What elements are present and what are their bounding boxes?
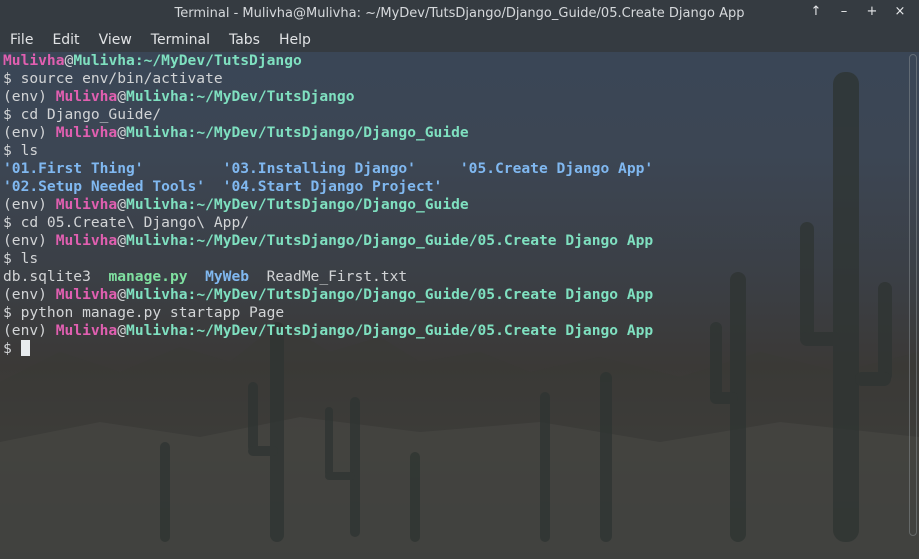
menu-bar: File Edit View Terminal Tabs Help (0, 27, 919, 52)
terminal-line: (env) Mulivha@Mulivha:~/MyDev/TutsDjango… (3, 124, 903, 142)
scrollbar-thumb[interactable] (909, 54, 917, 536)
terminal-segment: :~/MyDev/TutsDjango (134, 52, 302, 69)
terminal-segment: manage.py (108, 268, 188, 285)
terminal-line: $ (3, 340, 903, 358)
terminal-segment: Mulivha (73, 52, 135, 69)
terminal-line: $ ls (3, 250, 903, 268)
terminal-segment: :~/MyDev/TutsDjango/Django_Guide/05.Crea… (187, 322, 654, 339)
keep-above-icon[interactable]: ↑ (809, 4, 823, 19)
terminal-segment: Mulivha (126, 232, 188, 249)
terminal-segment: Mulivha (55, 196, 118, 213)
menu-terminal[interactable]: Terminal (151, 32, 210, 48)
terminal-segment: $ (3, 340, 21, 357)
menu-help[interactable]: Help (279, 32, 311, 48)
terminal-segment: @ (64, 52, 74, 69)
terminal-segment: '01.First Thing' '03.Installing Django' … (3, 160, 654, 177)
maximize-icon[interactable]: + (865, 4, 879, 19)
terminal-segment: (env) (3, 232, 56, 249)
terminal-segment: MyWeb (205, 268, 250, 285)
terminal-segment: $ ls (3, 250, 39, 267)
terminal-segment: Mulivha (55, 124, 118, 141)
terminal-segment: $ cd Django_Guide/ (3, 106, 162, 123)
terminal-line: '02.Setup Needed Tools' '04.Start Django… (3, 178, 903, 196)
scrollbar[interactable] (909, 54, 917, 539)
terminal-segment: (env) (3, 88, 56, 105)
terminal-line: (env) Mulivha@Mulivha:~/MyDev/TutsDjango… (3, 196, 903, 214)
menu-view[interactable]: View (99, 32, 132, 48)
terminal-segment: @ (117, 88, 127, 105)
terminal-segment: :~/MyDev/TutsDjango/Django_Guide (187, 196, 469, 213)
window-controls: ↑ – + × (809, 4, 907, 19)
terminal-segment: :~/MyDev/TutsDjango/Django_Guide/05.Crea… (187, 286, 654, 303)
terminal-segment: :~/MyDev/TutsDjango/Django_Guide/05.Crea… (187, 232, 654, 249)
terminal-segment: $ ls (3, 142, 39, 159)
terminal-segment: @ (117, 322, 127, 339)
menu-tabs[interactable]: Tabs (229, 32, 260, 48)
terminal-line: db.sqlite3 manage.py MyWeb ReadMe_First.… (3, 268, 903, 286)
terminal-line: (env) Mulivha@Mulivha:~/MyDev/TutsDjango… (3, 232, 903, 250)
terminal-segment: ReadMe_First.txt (249, 268, 408, 285)
terminal-segment: $ python manage.py startapp Page (3, 304, 285, 321)
terminal-segment: Mulivha (126, 196, 188, 213)
terminal-segment: Mulivha (126, 286, 188, 303)
terminal-line: (env) Mulivha@Mulivha:~/MyDev/TutsDjango… (3, 286, 903, 304)
terminal-segment: (env) (3, 124, 56, 141)
terminal-segment: (env) (3, 286, 56, 303)
terminal-line: (env) Mulivha@Mulivha:~/MyDev/TutsDjango… (3, 322, 903, 340)
terminal-segment: @ (117, 286, 127, 303)
terminal-segment: Mulivha (55, 322, 118, 339)
terminal-segment: :~/MyDev/TutsDjango (187, 88, 355, 105)
close-icon[interactable]: × (893, 4, 907, 19)
terminal-segment: Mulivha (55, 286, 118, 303)
terminal-segment (188, 268, 206, 285)
terminal-segment: Mulivha (55, 88, 118, 105)
terminal-window: Terminal - Mulivha@Mulivha: ~/MyDev/Tuts… (0, 0, 919, 559)
terminal-segment: $ cd 05.Create\ Django\ App/ (3, 214, 250, 231)
terminal-segment: db.sqlite3 (3, 268, 109, 285)
terminal-segment: @ (117, 124, 127, 141)
terminal-segment: (env) (3, 196, 56, 213)
terminal-line: $ cd 05.Create\ Django\ App/ (3, 214, 903, 232)
terminal-segment: @ (117, 232, 127, 249)
terminal-line: Mulivha@Mulivha:~/MyDev/TutsDjango (3, 52, 903, 70)
terminal-line: '01.First Thing' '03.Installing Django' … (3, 160, 903, 178)
terminal-segment: @ (117, 196, 127, 213)
text-cursor (20, 340, 30, 356)
terminal-segment: Mulivha (126, 322, 188, 339)
terminal-output[interactable]: Mulivha@Mulivha:~/MyDev/TutsDjango $ sour… (0, 52, 919, 559)
terminal-segment: Mulivha (126, 88, 188, 105)
menu-file[interactable]: File (10, 32, 33, 48)
terminal-lines: Mulivha@Mulivha:~/MyDev/TutsDjango $ sour… (3, 52, 903, 358)
terminal-segment: Mulivha (3, 52, 65, 69)
terminal-segment: $ source env/bin/activate (3, 70, 223, 87)
terminal-line: $ cd Django_Guide/ (3, 106, 903, 124)
menu-edit[interactable]: Edit (52, 32, 79, 48)
terminal-segment: (env) (3, 322, 56, 339)
terminal-segment: Mulivha (126, 124, 188, 141)
terminal-segment: Mulivha (55, 232, 118, 249)
minimize-icon[interactable]: – (837, 4, 851, 19)
terminal-segment: '02.Setup Needed Tools' '04.Start Django… (3, 178, 443, 195)
terminal-line: $ python manage.py startapp Page (3, 304, 903, 322)
terminal-segment: :~/MyDev/TutsDjango/Django_Guide (187, 124, 469, 141)
window-title: Terminal - Mulivha@Mulivha: ~/MyDev/Tuts… (174, 6, 745, 21)
title-bar[interactable]: Terminal - Mulivha@Mulivha: ~/MyDev/Tuts… (0, 0, 919, 27)
terminal-line: (env) Mulivha@Mulivha:~/MyDev/TutsDjango (3, 88, 903, 106)
terminal-line: $ ls (3, 142, 903, 160)
terminal-line: $ source env/bin/activate (3, 70, 903, 88)
